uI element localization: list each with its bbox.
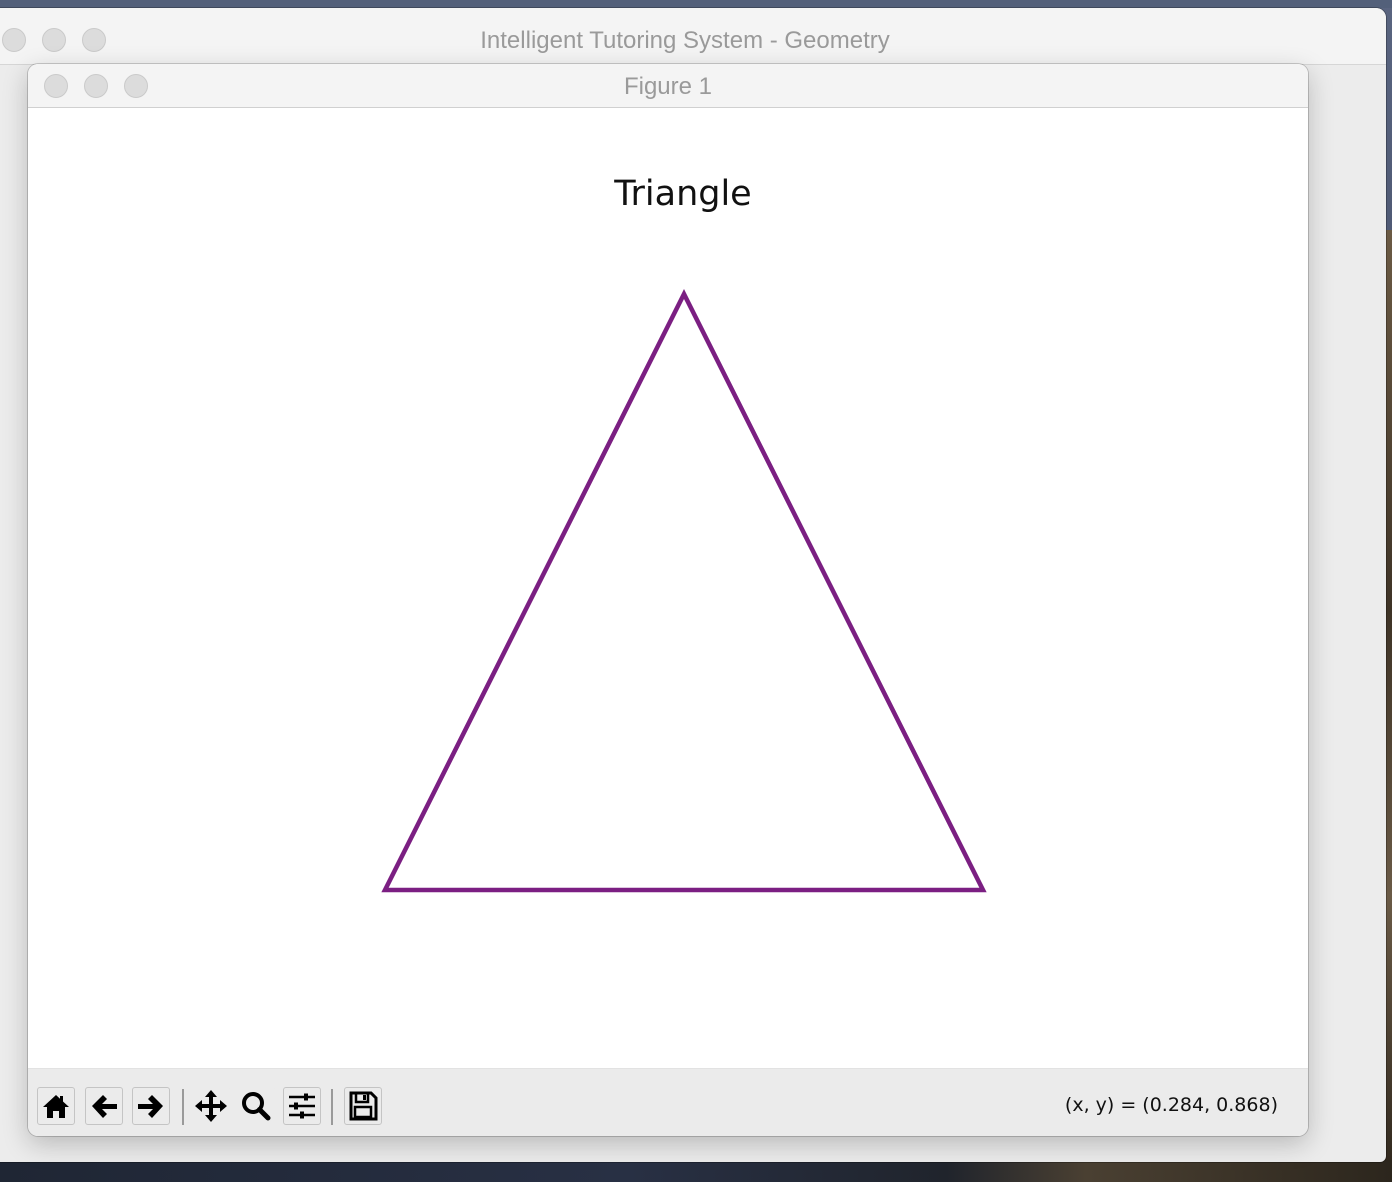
- floppy-disk-icon: [349, 1091, 378, 1121]
- sliders-icon: [289, 1093, 315, 1119]
- toolbar-separator: [182, 1089, 184, 1125]
- home-icon: [43, 1095, 69, 1118]
- figure-title: Figure 1: [623, 73, 713, 100]
- plot-canvas[interactable]: Triangle: [28, 108, 1308, 1068]
- desktop-background-top: [0, 0, 1392, 8]
- plot-area: [381, 288, 987, 893]
- figure-window: Figure 1 Triangle (x, y) = (0.284, 0.868…: [28, 64, 1308, 1136]
- zoom-button[interactable]: [237, 1087, 275, 1125]
- cursor-coordinates: (x, y) = (0.284, 0.868): [1064, 1094, 1278, 1116]
- arrow-left-icon: [92, 1095, 117, 1118]
- pan-button[interactable]: [192, 1087, 230, 1125]
- arrow-right-icon: [138, 1095, 163, 1118]
- move-icon: [195, 1090, 227, 1122]
- forward-button[interactable]: [132, 1087, 170, 1125]
- back-button[interactable]: [85, 1087, 123, 1125]
- home-button[interactable]: [37, 1087, 75, 1125]
- save-figure-button[interactable]: [344, 1087, 382, 1125]
- toolbar-separator: [331, 1089, 333, 1125]
- configure-subplots-button[interactable]: [283, 1087, 321, 1125]
- navigation-toolbar: (x, y) = (0.284, 0.868): [28, 1068, 1308, 1136]
- magnifier-icon: [242, 1092, 271, 1121]
- tutoring-system-titlebar: Intelligent Tutoring System - Geometry: [0, 8, 1386, 65]
- desktop-background-bottom: [0, 1160, 1392, 1182]
- figure-titlebar: Figure 1: [28, 64, 1308, 108]
- triangle-shape: [381, 288, 987, 893]
